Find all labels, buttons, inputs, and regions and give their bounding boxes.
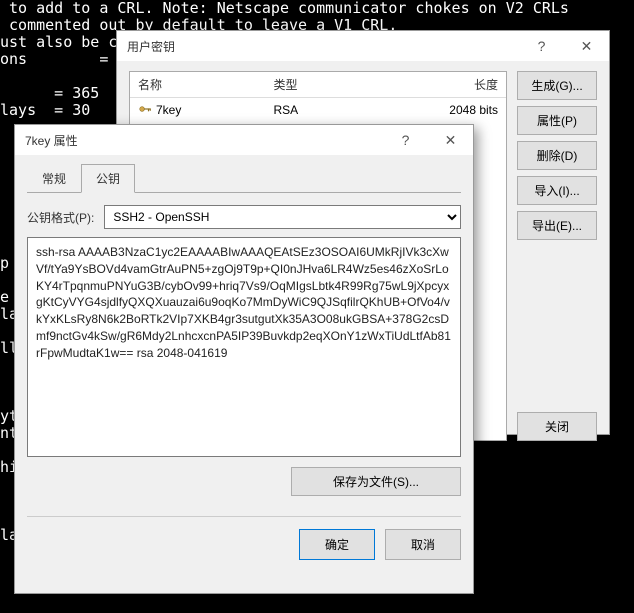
export-button[interactable]: 导出(E)... xyxy=(517,211,597,240)
help-button[interactable]: ? xyxy=(519,31,564,61)
format-label: 公钥格式(P): xyxy=(27,209,94,226)
public-key-textarea[interactable]: ssh-rsa AAAAB3NzaC1yc2EAAAABIwAAAQEAtSEz… xyxy=(27,237,461,457)
close-icon[interactable]: ✕ xyxy=(428,125,473,155)
tab-strip: 常规 公钥 xyxy=(27,163,461,193)
generate-button[interactable]: 生成(G)... xyxy=(517,71,597,100)
import-button[interactable]: 导入(I)... xyxy=(517,176,597,205)
help-button[interactable]: ? xyxy=(383,125,428,155)
key-properties-dialog: 7key 属性 ? ✕ 常规 公钥 公钥格式(P): SSH2 - OpenSS… xyxy=(14,124,474,594)
ok-button[interactable]: 确定 xyxy=(299,529,375,560)
delete-button[interactable]: 删除(D) xyxy=(517,141,597,170)
key-icon xyxy=(138,102,152,116)
dialog-title: 7key 属性 xyxy=(25,132,78,149)
cell-name: 7key xyxy=(130,98,265,122)
dialog-title: 用户密钥 xyxy=(127,38,175,55)
column-name[interactable]: 名称 xyxy=(130,72,265,98)
cell-type: RSA xyxy=(265,98,358,122)
dialog-titlebar: 用户密钥 ? ✕ xyxy=(117,31,609,61)
properties-button[interactable]: 属性(P) xyxy=(517,106,597,135)
save-as-file-button[interactable]: 保存为文件(S)... xyxy=(291,467,461,496)
close-button[interactable]: 关闭 xyxy=(517,412,597,441)
column-length[interactable]: 长度 xyxy=(358,72,506,98)
tab-public-key[interactable]: 公钥 xyxy=(81,164,135,193)
close-icon[interactable]: ✕ xyxy=(564,31,609,61)
cell-length: 2048 bits xyxy=(358,98,506,122)
table-row[interactable]: 7key RSA 2048 bits xyxy=(130,98,506,122)
separator xyxy=(27,516,461,517)
column-type[interactable]: 类型 xyxy=(265,72,358,98)
tab-general[interactable]: 常规 xyxy=(27,164,81,193)
dialog-titlebar: 7key 属性 ? ✕ xyxy=(15,125,473,155)
cancel-button[interactable]: 取消 xyxy=(385,529,461,560)
format-select[interactable]: SSH2 - OpenSSH xyxy=(104,205,461,229)
